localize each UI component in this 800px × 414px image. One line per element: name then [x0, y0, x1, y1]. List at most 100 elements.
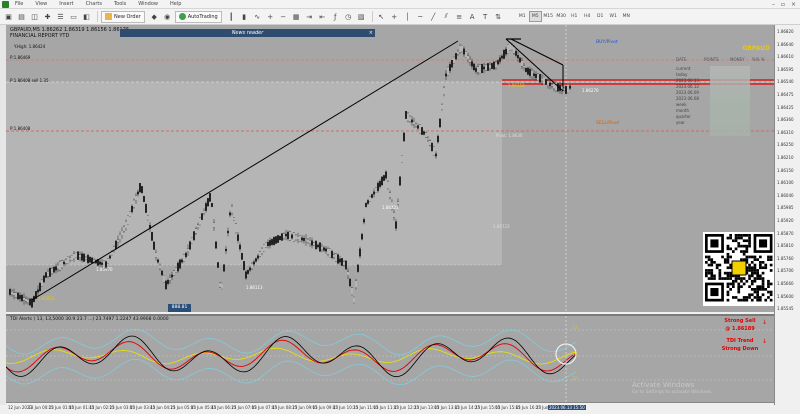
candle-body — [409, 116, 411, 122]
qr-module — [726, 255, 730, 259]
tf-m5[interactable]: M5 — [528, 11, 542, 22]
price-tick: 1.86360 — [777, 117, 794, 123]
price-tick: 1.86250 — [777, 142, 794, 148]
qr-module — [745, 234, 749, 237]
trendline-icon[interactable]: ╱ — [428, 11, 439, 22]
menu-view[interactable]: View — [35, 1, 47, 7]
tdi-trend-label: TDI Trend — [726, 338, 754, 344]
candle-body — [369, 196, 371, 202]
tf-h4[interactable]: H4 — [581, 11, 594, 22]
candle-body — [19, 295, 21, 299]
price-tick: 1.85545 — [777, 306, 794, 312]
price-scale[interactable]: 1.86820 1.86640 1.86610 1.86595 1.86540 1.864… — [774, 25, 800, 405]
qr-module — [742, 252, 746, 256]
auto-scroll-icon[interactable]: ⇥ — [304, 11, 315, 22]
menu-tools[interactable]: Tools — [114, 1, 126, 7]
line-chart-icon[interactable]: ∿ — [252, 11, 263, 22]
menu-charts[interactable]: Charts — [86, 1, 102, 7]
qr-finder — [759, 239, 768, 248]
market-watch-icon[interactable]: ◫ — [29, 11, 40, 22]
qr-module — [742, 277, 746, 280]
candle-body — [415, 123, 417, 127]
candle-body — [349, 278, 351, 287]
mark-label-b: 1.86270 — [582, 88, 599, 93]
qr-module — [750, 266, 754, 270]
autotrading-button[interactable]: AutoTrading — [174, 10, 222, 23]
templates-icon[interactable]: ▧ — [356, 11, 367, 22]
new-chart-icon[interactable]: ▣ — [3, 11, 14, 22]
qr-module — [753, 277, 757, 280]
candle-body — [199, 217, 201, 226]
price-chart[interactable]: GBPAUD,M5 1.86262 1.86319 1.86156 1.8617… — [6, 25, 774, 312]
down-arrow-icon: ↓ — [762, 319, 768, 326]
candle-body — [359, 248, 361, 257]
arrows-icon[interactable]: ⇅ — [493, 11, 504, 22]
tf-h1[interactable]: H1 — [568, 11, 581, 22]
signals-icon[interactable]: ◉ — [162, 11, 173, 22]
tf-m30[interactable]: M30 — [555, 11, 568, 22]
bar-chart-icon[interactable]: ┃ — [226, 11, 237, 22]
cursor-icon[interactable]: ↖ — [376, 11, 387, 22]
indicators-icon[interactable]: ƒ — [330, 11, 341, 22]
vertical-line-icon[interactable]: │ — [402, 11, 413, 22]
close-icon[interactable]: × — [791, 1, 796, 8]
crosshair-icon[interactable]: + — [389, 11, 400, 22]
candle-body — [343, 261, 345, 266]
qr-module — [740, 250, 743, 253]
qr-module — [732, 282, 735, 286]
news-reader-bar[interactable]: News reader × — [120, 29, 375, 37]
tile-windows-icon[interactable]: ▦ — [291, 11, 302, 22]
data-window-icon[interactable]: ✚ — [42, 11, 53, 22]
profiles-icon[interactable]: ▤ — [16, 11, 27, 22]
tf-m1[interactable]: M1 — [516, 11, 529, 22]
strategy-tester-icon[interactable]: ◧ — [81, 11, 92, 22]
minimize-icon[interactable]: – — [772, 1, 775, 8]
menu-window[interactable]: Window — [138, 1, 158, 7]
qr-module — [710, 263, 714, 267]
text-icon[interactable]: A — [467, 11, 478, 22]
candle-body — [263, 244, 265, 252]
qr-module — [718, 271, 722, 275]
trendline-upper[interactable] — [510, 38, 564, 66]
menu-help[interactable]: Help — [170, 1, 181, 7]
candle-body — [219, 282, 221, 288]
qr-module — [726, 274, 730, 278]
candle-body — [201, 213, 203, 220]
qr-module — [748, 269, 751, 272]
tf-mn[interactable]: MN — [620, 11, 633, 22]
candlestick-icon[interactable]: ▮ — [239, 11, 250, 22]
qr-module — [748, 236, 751, 240]
chart-shift-icon[interactable]: ⇤ — [317, 11, 328, 22]
zoom-in-icon[interactable]: + — [265, 11, 276, 22]
restore-icon[interactable]: ▫ — [781, 1, 785, 8]
new-order-button[interactable]: New Order — [101, 10, 145, 23]
qr-module — [745, 298, 749, 302]
qr-code-image — [705, 234, 773, 302]
tf-w1[interactable]: W1 — [607, 11, 620, 22]
tf-d1[interactable]: D1 — [594, 11, 607, 22]
candle-body — [419, 124, 421, 134]
time-axis[interactable]: 12 Jun 2023 13 Jun 00:25 13 Jun 01:05 13 Ju… — [6, 402, 774, 414]
qr-module — [756, 271, 759, 275]
terminal-icon[interactable]: ▭ — [68, 11, 79, 22]
candle-body — [421, 127, 423, 135]
equidistant-channel-icon[interactable]: ⫽ — [441, 11, 452, 22]
candle-body — [125, 221, 127, 229]
news-close-icon[interactable]: × — [369, 29, 373, 37]
candle-body — [309, 240, 311, 244]
qr-module — [756, 298, 759, 302]
meta-editor-icon[interactable]: ◆ — [149, 11, 160, 22]
price-tick: 1.86610 — [777, 54, 794, 60]
qr-module — [718, 269, 722, 272]
zoom-out-icon[interactable]: − — [278, 11, 289, 22]
tf-m15[interactable]: M15 — [542, 11, 555, 22]
periods-icon[interactable]: ◷ — [343, 11, 354, 22]
menu-file[interactable]: File — [15, 1, 23, 7]
horizontal-line-icon[interactable]: ─ — [415, 11, 426, 22]
menu-insert[interactable]: Insert — [59, 1, 73, 7]
qr-module — [769, 255, 773, 259]
sell-level-label: P:1.86408 sell 1.35 — [10, 78, 49, 83]
navigator-icon[interactable]: ☰ — [55, 11, 66, 22]
fibonacci-icon[interactable]: ≡ — [454, 11, 465, 22]
label-icon[interactable]: T — [480, 11, 491, 22]
